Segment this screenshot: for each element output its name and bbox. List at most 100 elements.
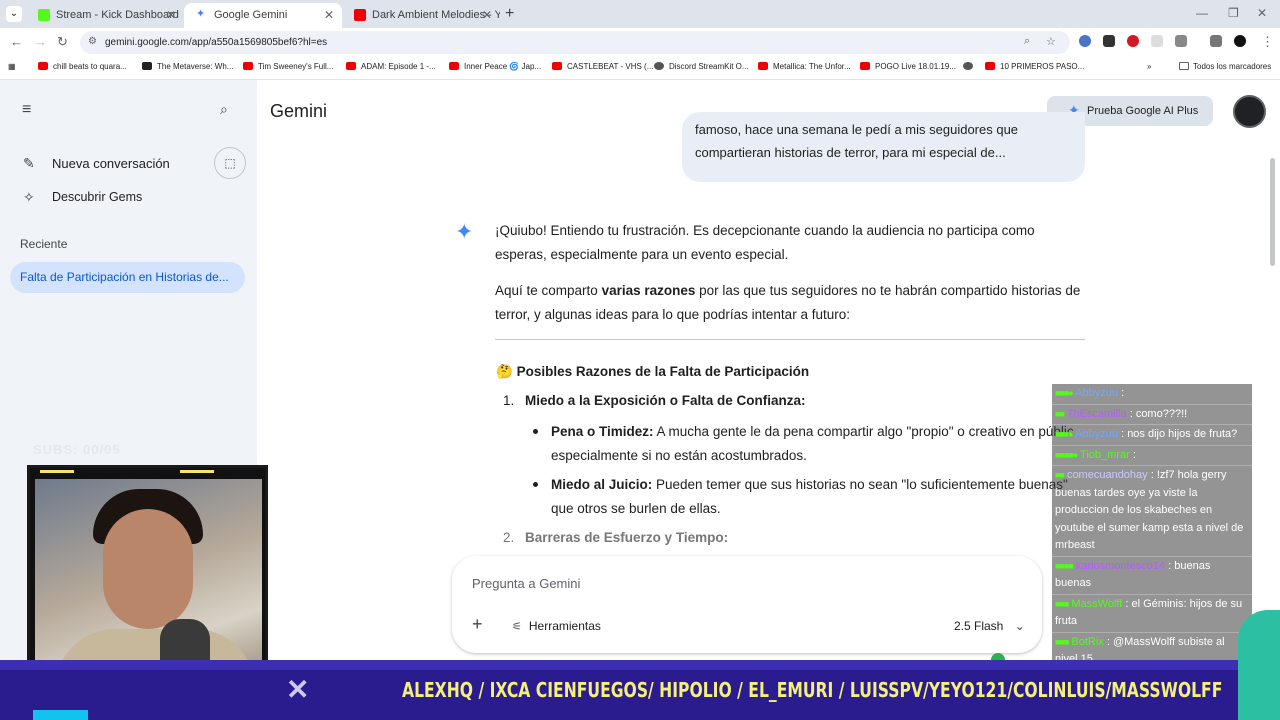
badges-icon: ■■■ bbox=[1055, 636, 1069, 647]
tools-button[interactable]: ⚟ Herramientas bbox=[512, 619, 601, 633]
badges-icon: ■■■ bbox=[1055, 598, 1069, 609]
prompt-box: Pregunta a Gemini + ⚟ Herramientas 2.5 Fl… bbox=[452, 556, 1042, 653]
reply-paragraph: Aquí te comparto varias razones por las … bbox=[495, 283, 1081, 322]
user-message-line: compartieran historias de terror, para m… bbox=[695, 145, 1006, 160]
back-icon[interactable]: ← bbox=[10, 34, 23, 49]
list-item: Miedo al Juicio: Pueden temer que sus hi… bbox=[551, 477, 1068, 516]
close-icon[interactable]: ✕ bbox=[482, 8, 492, 22]
close-window-icon[interactable]: ✕ bbox=[1257, 6, 1267, 20]
bookmark-item[interactable]: CASTLEBEAT - VHS (... bbox=[552, 62, 653, 71]
list-item: Pena o Timidez: A mucha gente le da pena… bbox=[551, 424, 1074, 463]
streamer-face bbox=[103, 509, 193, 629]
badges-icon: ■■ bbox=[1055, 470, 1065, 480]
badges-icon: ■■ bbox=[1055, 408, 1065, 419]
discover-gems-button[interactable]: Descubrir Gems bbox=[52, 190, 142, 204]
new-chat-button[interactable]: Nueva conversación bbox=[52, 156, 170, 171]
supporters-names: ALEXHQ / IXCA CIENFUEGOS/ HIPOLIO / EL_E… bbox=[402, 678, 1223, 702]
tab-strip: ⌄ Stream - Kick Dashboard ✕ ✦ Google Gem… bbox=[0, 0, 1280, 28]
recent-header: Reciente bbox=[20, 237, 68, 251]
badges-icon: ■■■■● bbox=[1055, 449, 1078, 460]
youtube-icon bbox=[38, 62, 48, 70]
chevron-down-icon: ⌄ bbox=[1014, 619, 1025, 633]
extension-icon[interactable] bbox=[1079, 35, 1091, 47]
gemini-sparkle-icon: ✦ bbox=[455, 219, 474, 244]
youtube-icon bbox=[346, 62, 356, 70]
bookmarks-bar: ▦ chill beats to quara... The Metaverse:… bbox=[0, 56, 1280, 80]
section-heading: 🤔 Posibles Razones de la Falta de Partic… bbox=[496, 364, 810, 379]
banner-stripe bbox=[0, 660, 1280, 670]
temporary-chat-icon[interactable]: ⬚ bbox=[214, 147, 246, 179]
site-info-icon[interactable]: ⚙ bbox=[88, 36, 97, 47]
overflow-chevron-icon[interactable]: » bbox=[1147, 62, 1151, 71]
chat-message: ■■ comecuandohay : !zf7 hola gerry buena… bbox=[1052, 466, 1252, 557]
badges-icon: ■■■■ bbox=[1055, 560, 1074, 571]
extension-icon[interactable] bbox=[1103, 35, 1115, 47]
globe-icon bbox=[963, 62, 973, 70]
search-icon[interactable]: ⌕ bbox=[220, 101, 228, 118]
minimize-icon[interactable]: — bbox=[1196, 6, 1208, 20]
bookmark-item[interactable]: Inner Peace 🌀 Jap... bbox=[449, 62, 541, 71]
bookmark-item[interactable]: The Metaverse: Wh... bbox=[142, 62, 233, 71]
restore-icon[interactable]: ❐ bbox=[1228, 6, 1239, 20]
thinking-face-icon: 🤔 bbox=[496, 364, 513, 379]
bookmark-item[interactable] bbox=[963, 62, 978, 71]
prompt-input[interactable]: Pregunta a Gemini bbox=[472, 576, 580, 591]
extension-icon[interactable] bbox=[1127, 35, 1139, 47]
close-icon[interactable]: ✕ bbox=[324, 8, 334, 22]
forward-icon[interactable]: → bbox=[34, 34, 47, 49]
bookmark-item[interactable]: Discord StreamKit O... bbox=[654, 62, 749, 71]
recent-chat-item[interactable]: Falta de Participación en Historias de..… bbox=[10, 262, 245, 293]
supporters-banner: ✕ ALEXHQ / IXCA CIENFUEGOS/ HIPOLIO / EL… bbox=[0, 610, 1280, 720]
address-bar[interactable]: ⚙ gemini.google.com/app/a550a1569805bef6… bbox=[80, 31, 1070, 54]
stream-chat-overlay: ■■■● Abbyzuu : ■■ ThEscamilla : como???!… bbox=[1052, 384, 1252, 660]
media-icon[interactable] bbox=[1210, 35, 1222, 47]
bookmark-item[interactable]: 10 PRIMEROS PASO... bbox=[985, 62, 1084, 71]
hamburger-menu-icon[interactable]: ≡ bbox=[22, 101, 31, 119]
badges-icon: ■■■● bbox=[1055, 388, 1074, 398]
menu-kebab-icon[interactable]: ⋮ bbox=[1261, 34, 1274, 50]
profile-icon[interactable] bbox=[1234, 35, 1246, 47]
chat-message: ■■■ BotRix : @MassWolff subiste al nivel… bbox=[1052, 633, 1252, 661]
globe-icon bbox=[654, 62, 664, 70]
tab-kick-dashboard[interactable]: Stream - Kick Dashboard ✕ bbox=[26, 3, 184, 28]
apps-grid-icon[interactable]: ▦ bbox=[8, 62, 16, 71]
gemini-icon: ✦ bbox=[196, 8, 206, 20]
youtube-icon bbox=[449, 62, 459, 70]
user-message-bubble: famoso, hace una semana le pedí a mis se… bbox=[682, 112, 1085, 182]
folder-icon bbox=[1179, 62, 1189, 70]
badges-icon: ■■■● bbox=[1055, 429, 1074, 439]
frame-accent bbox=[40, 470, 74, 473]
bookmark-item[interactable]: Metallica: The Unfor... bbox=[758, 62, 851, 71]
zoom-icon[interactable]: ⌕ bbox=[1024, 35, 1030, 48]
reload-icon[interactable]: ↻ bbox=[57, 34, 68, 50]
add-attachment-icon[interactable]: + bbox=[472, 614, 483, 635]
tab-youtube[interactable]: Dark Ambient Melodies - Yo ✕ bbox=[342, 3, 500, 28]
all-bookmarks[interactable]: Todos los marcadores bbox=[1179, 62, 1271, 71]
extension-icon[interactable] bbox=[1151, 35, 1163, 47]
tab-title: Google Gemini bbox=[214, 9, 288, 21]
bookmark-item[interactable]: POGO Live 18.01.19... bbox=[860, 62, 956, 71]
reply-paragraph: ¡Quiubo! Entiendo tu frustración. Es dec… bbox=[495, 223, 1035, 262]
bullet bbox=[533, 429, 538, 434]
tab-title: Dark Ambient Melodies - Yo bbox=[372, 9, 500, 21]
chat-message: ■■■ MassWolff : el Géminis: hijos de su … bbox=[1052, 595, 1252, 633]
url-text: gemini.google.com/app/a550a1569805bef6?h… bbox=[105, 37, 328, 48]
youtube-icon bbox=[860, 62, 870, 70]
subs-counter-overlay: SUBS: 00/05 bbox=[33, 442, 121, 457]
avatar[interactable] bbox=[1233, 95, 1266, 128]
extensions-puzzle-icon[interactable] bbox=[1175, 35, 1187, 47]
bookmark-item[interactable]: ADAM: Episode 1 -... bbox=[346, 62, 436, 71]
model-selector[interactable]: 2.5 Flash ⌄ bbox=[954, 619, 1025, 633]
close-icon[interactable]: ✕ bbox=[166, 8, 176, 22]
bookmark-star-icon[interactable]: ☆ bbox=[1046, 35, 1056, 48]
tab-gemini[interactable]: ✦ Google Gemini ✕ bbox=[184, 3, 342, 28]
tab-search-button[interactable]: ⌄ bbox=[6, 6, 22, 22]
bookmark-item[interactable]: chill beats to quara... bbox=[38, 62, 127, 71]
new-tab-button[interactable]: + bbox=[505, 5, 514, 23]
edit-icon: ✎ bbox=[23, 155, 35, 171]
bookmark-item[interactable]: Tim Sweeney's Full... bbox=[243, 62, 333, 71]
bullet bbox=[533, 482, 538, 487]
scrollbar-thumb[interactable] bbox=[1270, 158, 1275, 266]
banner-accent bbox=[33, 710, 88, 720]
frame-accent bbox=[180, 470, 214, 473]
